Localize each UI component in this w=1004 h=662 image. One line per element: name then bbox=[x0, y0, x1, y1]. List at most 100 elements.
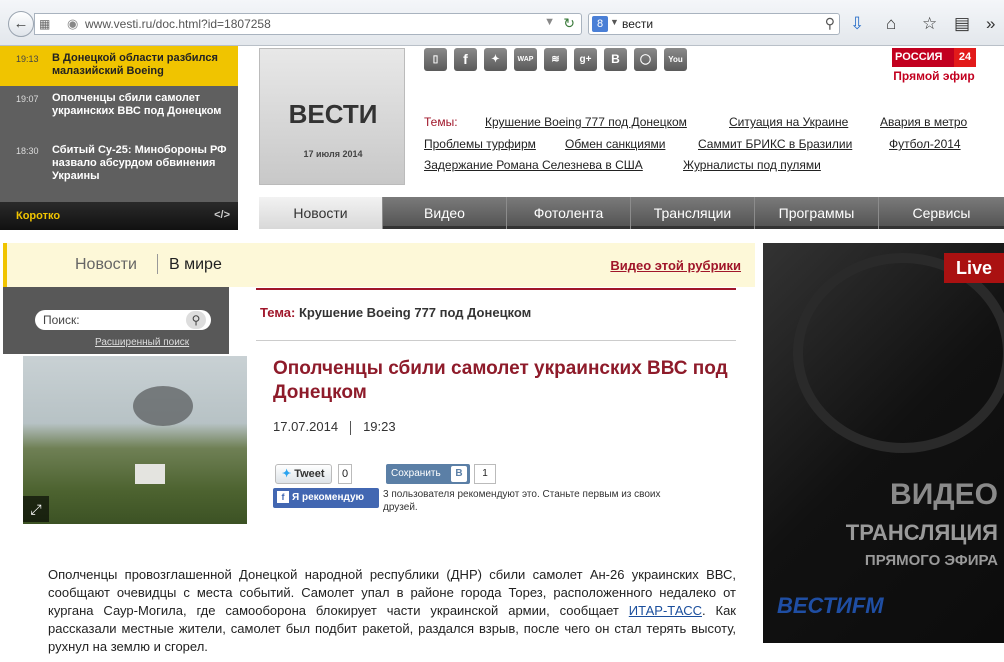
topic-link[interactable]: Проблемы турфирм bbox=[424, 137, 536, 151]
russia24-logo[interactable]: РОССИЯ 24 bbox=[892, 48, 976, 67]
tab-services[interactable]: Сервисы bbox=[879, 197, 1004, 229]
vk-save-button[interactable]: Сохранить В bbox=[386, 464, 470, 484]
facebook-recommend-button[interactable]: fЯ рекомендую bbox=[273, 488, 379, 508]
mobile-icon[interactable]: ▯ bbox=[424, 48, 447, 71]
bookmarks-list-icon[interactable]: ▤ bbox=[954, 14, 970, 34]
site-search-input[interactable]: Поиск: bbox=[35, 310, 211, 330]
topic-link[interactable]: Задержание Романа Селезнева в США bbox=[424, 158, 643, 172]
tab-news[interactable]: Новости bbox=[259, 197, 383, 229]
ticker-item[interactable]: 19:07 Ополченцы сбили самолет украинских… bbox=[0, 86, 238, 138]
topic-link[interactable]: Ситуация на Украине bbox=[729, 115, 848, 129]
main-nav: Новости Видео Фотолента Трансляции Прогр… bbox=[259, 197, 1004, 229]
grid-icon[interactable]: ▦ bbox=[39, 17, 50, 31]
site-search-panel: Поиск: ⚲ Расширенный поиск bbox=[3, 287, 229, 354]
breadcrumb-world[interactable]: В мире bbox=[169, 256, 222, 274]
ticker-text[interactable]: Сбитый Су-25: Минобороны РФ назвало абсу… bbox=[52, 144, 230, 183]
photo-building bbox=[135, 464, 165, 484]
logo-text: ВЕСТИ bbox=[288, 99, 378, 129]
article-theme: Тема: Крушение Boeing 777 под Донецком bbox=[260, 305, 531, 320]
address-bar[interactable]: ▦ ◉ www.vesti.ru/doc.html?id=1807258 ▼ ↻ bbox=[34, 13, 582, 35]
home-icon[interactable]: ⌂ bbox=[886, 14, 896, 34]
ticker-short-link[interactable]: Коротко bbox=[16, 210, 60, 222]
topic-link[interactable]: Саммит БРИКС в Бразилии bbox=[698, 137, 852, 151]
theme-value[interactable]: Крушение Boeing 777 под Донецком bbox=[299, 305, 531, 320]
meta-separator bbox=[350, 420, 352, 435]
promo-line1: ВИДЕО bbox=[890, 478, 998, 511]
topic-link[interactable]: Журналисты под пулями bbox=[683, 158, 821, 172]
dropdown-arrow-icon[interactable]: ▼ bbox=[544, 16, 555, 28]
instagram-icon[interactable]: ◯ bbox=[634, 48, 657, 71]
rss-icon[interactable]: ≋ bbox=[544, 48, 567, 71]
facebook-icon[interactable]: f bbox=[454, 48, 477, 71]
article-body: Ополченцы провозглашенной Донецкой народ… bbox=[48, 566, 736, 656]
engine-dropdown-icon[interactable]: ▼ bbox=[610, 17, 619, 27]
url-text[interactable]: www.vesti.ru/doc.html?id=1807258 bbox=[85, 17, 271, 31]
ticker-text[interactable]: В Донецкой области разбился малазийский … bbox=[52, 52, 230, 78]
vk-icon[interactable]: B bbox=[604, 48, 627, 71]
breadcrumb: Новости В мире Видео этой рубрики bbox=[3, 243, 755, 287]
breadcrumb-separator bbox=[157, 254, 158, 274]
live-video-banner[interactable]: Live ВИДЕО ТРАНСЛЯЦИЯ ПРЯМОГО ЭФИРА ВЕСТ… bbox=[763, 243, 1004, 643]
article-photo[interactable]: ⤢ bbox=[23, 356, 247, 524]
topic-link[interactable]: Обмен санкциями bbox=[565, 137, 665, 151]
wap-icon[interactable]: WAP bbox=[514, 48, 537, 71]
tweet-label: Tweet bbox=[294, 468, 325, 480]
magnifier-icon[interactable]: ⚲ bbox=[825, 15, 835, 32]
vk-count: 1 bbox=[474, 464, 496, 484]
tab-programs[interactable]: Программы bbox=[755, 197, 879, 229]
youtube-icon[interactable]: You bbox=[664, 48, 687, 71]
reload-icon[interactable]: ↻ bbox=[563, 15, 575, 32]
tab-photo[interactable]: Фотолента bbox=[507, 197, 631, 229]
live-broadcast-link[interactable]: Прямой эфир bbox=[892, 69, 976, 83]
fb-recommend-text: 3 пользователя рекомендуют это. Станьте … bbox=[383, 489, 661, 513]
browser-toolbar: ← ▦ ◉ www.vesti.ru/doc.html?id=1807258 ▼… bbox=[0, 0, 1004, 46]
section-video-link[interactable]: Видео этой рубрики bbox=[610, 258, 741, 273]
tab-broadcasts[interactable]: Трансляции bbox=[631, 197, 755, 229]
browser-search-box[interactable]: 8 ▼ вести ⚲ bbox=[588, 13, 840, 35]
ticker-item[interactable]: 19:13 В Донецкой области разбился малази… bbox=[0, 46, 238, 86]
itar-tass-link[interactable]: ИТАР-ТАСС bbox=[629, 603, 702, 618]
topic-link[interactable]: Крушение Boeing 777 под Донецком bbox=[485, 115, 687, 129]
headphones-image bbox=[793, 253, 1004, 453]
twitter-icon[interactable]: ✦ bbox=[484, 48, 507, 71]
googleplus-icon[interactable]: g+ bbox=[574, 48, 597, 71]
tab-video[interactable]: Видео bbox=[383, 197, 507, 229]
ticker-text[interactable]: Ополченцы сбили самолет украинских ВВС п… bbox=[52, 92, 230, 118]
ticker-footer: Коротко </> bbox=[0, 202, 238, 230]
breadcrumb-news[interactable]: Новости bbox=[75, 256, 137, 274]
download-icon[interactable]: ⇩ bbox=[850, 14, 864, 34]
topic-link[interactable]: Футбол-2014 bbox=[889, 137, 961, 151]
ticker-item[interactable]: 18:30 Сбитый Су-25: Минобороны РФ назвал… bbox=[0, 138, 238, 190]
article-title: Ополченцы сбили самолет украинских ВВС п… bbox=[273, 358, 728, 403]
tweet-button[interactable]: ✦ Tweet bbox=[275, 464, 332, 484]
bookmark-star-icon[interactable]: ☆ bbox=[922, 14, 937, 34]
article-meta: 17.07.2014 19:23 bbox=[273, 419, 396, 435]
expand-icon[interactable]: ⤢ bbox=[23, 496, 49, 522]
embed-code-icon[interactable]: </> bbox=[214, 209, 230, 221]
globe-icon: ◉ bbox=[67, 16, 79, 31]
russia24-live-link[interactable]: РОССИЯ 24 Прямой эфир bbox=[892, 48, 976, 83]
fb-label: Я рекомендую bbox=[292, 492, 365, 503]
promo-line3: ПРЯМОГО ЭФИРА bbox=[864, 552, 998, 569]
twitter-bird-icon: ✦ bbox=[282, 468, 292, 480]
article-date: 17.07.2014 bbox=[273, 419, 339, 434]
logo-date: 17 июля 2014 bbox=[303, 149, 363, 159]
theme-divider bbox=[256, 288, 736, 290]
site-logo[interactable]: ВЕСТИ 17 июля 2014 bbox=[259, 48, 405, 185]
browser-search-text[interactable]: вести bbox=[622, 17, 653, 31]
more-icon[interactable]: » bbox=[986, 14, 995, 34]
russia24-name: РОССИЯ bbox=[895, 51, 943, 63]
search-engine-icon[interactable]: 8 bbox=[592, 16, 608, 32]
theme-bottom-divider bbox=[256, 340, 736, 341]
search-icon[interactable]: ⚲ bbox=[186, 311, 206, 329]
tweet-count: 0 bbox=[338, 464, 352, 484]
news-ticker: 19:13 В Донецкой области разбился малази… bbox=[0, 46, 238, 230]
topic-link[interactable]: Авария в метро bbox=[880, 115, 967, 129]
theme-label: Тема: bbox=[260, 305, 296, 320]
article-time: 19:23 bbox=[363, 419, 396, 434]
advanced-search-link[interactable]: Расширенный поиск bbox=[95, 337, 189, 348]
ticker-time: 19:07 bbox=[16, 94, 39, 104]
promo-line2: ТРАНСЛЯЦИЯ bbox=[845, 520, 998, 545]
vk-icon: В bbox=[451, 466, 467, 482]
back-arrow-icon[interactable]: ← bbox=[8, 11, 34, 37]
